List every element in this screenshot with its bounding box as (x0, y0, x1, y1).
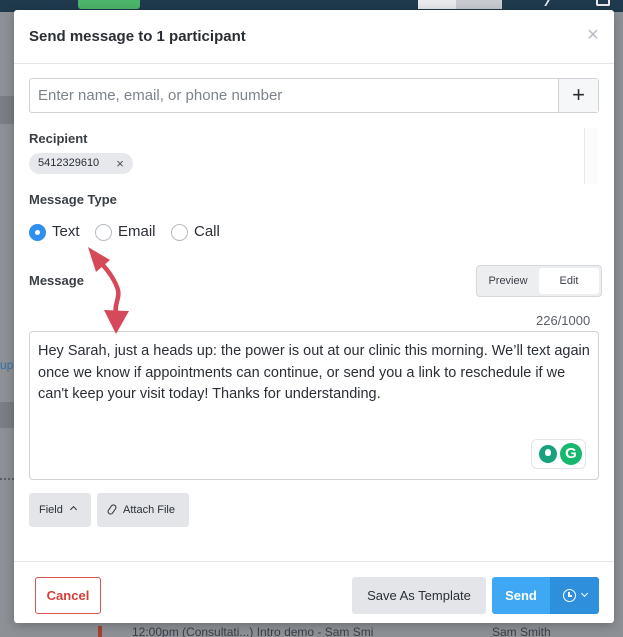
radio-email-circle[interactable] (95, 224, 112, 241)
close-icon[interactable]: × (113, 153, 127, 174)
app-background-link: up (0, 358, 14, 372)
app-background-divider (0, 478, 14, 480)
modal-header: Send message to 1 participant × (14, 10, 614, 64)
plus-icon[interactable]: + (558, 79, 598, 112)
radio-call-label: Call (194, 223, 220, 240)
chevron-down-icon (580, 589, 589, 598)
app-background-status-marker (98, 626, 102, 637)
message-textarea[interactable]: Hey Sarah, just a heads up: the power is… (29, 331, 599, 480)
close-icon[interactable]: × (582, 24, 604, 46)
participant-search: + (29, 78, 599, 113)
send-message-modal: Send message to 1 participant × + Recipi… (14, 10, 614, 623)
modal-title: Send message to 1 participant (29, 28, 246, 45)
radio-call-circle[interactable] (171, 224, 188, 241)
recipient-chip: 5412329610 × (29, 153, 133, 174)
app-topbar-toggle-left (418, 0, 456, 9)
radio-call[interactable]: Call (171, 222, 231, 242)
schedule-send-button[interactable] (550, 577, 599, 614)
message-type-label: Message Type (29, 192, 117, 207)
save-as-template-button[interactable]: Save As Template (352, 577, 486, 614)
character-count: 226/1000 (536, 313, 591, 328)
attach-file-button[interactable]: Attach File (97, 493, 189, 527)
app-background-header-band (0, 402, 14, 428)
app-background-provider: Sam Smith (492, 625, 551, 637)
send-button[interactable]: Send (492, 577, 550, 614)
participant-search-input[interactable] (30, 79, 558, 112)
grammarly-widget[interactable]: G (531, 439, 586, 469)
attach-file-label: Attach File (123, 504, 175, 516)
app-topbar-toggle-right (456, 0, 502, 9)
chevron-up-icon (69, 505, 78, 514)
message-label: Message (29, 273, 84, 288)
app-topbar-green-button (78, 0, 140, 9)
paperclip-icon (106, 503, 118, 516)
cancel-button[interactable]: Cancel (35, 577, 101, 614)
recipient-scrollbar[interactable] (584, 128, 598, 184)
app-background-appointment-row: 12:00pm (Consultati...) Intro demo - Sam… (132, 625, 374, 637)
radio-email[interactable]: Email (95, 222, 165, 242)
radio-text-label: Text (52, 223, 80, 240)
message-mode-toggle: Preview Edit (476, 265, 602, 297)
lightbulb-icon[interactable] (539, 445, 557, 463)
radio-text[interactable]: Text (29, 222, 89, 242)
app-background-right (614, 12, 623, 637)
tab-preview[interactable]: Preview (479, 268, 537, 294)
app-topbar-box-icon (596, 0, 610, 6)
app-background-header-band (0, 96, 14, 124)
radio-text-circle[interactable] (29, 224, 46, 241)
message-type-radio-group: Text Email Call (29, 222, 329, 242)
clock-icon (563, 589, 576, 602)
message-body[interactable]: Hey Sarah, just a heads up: the power is… (38, 341, 590, 406)
grammarly-icon[interactable]: G (560, 443, 582, 465)
tab-edit[interactable]: Edit (539, 268, 599, 294)
field-button[interactable]: Field (29, 493, 91, 527)
field-button-label: Field (39, 504, 63, 516)
radio-email-label: Email (118, 223, 156, 240)
recipient-label: Recipient (29, 131, 88, 146)
recipient-chip-value: 5412329610 (38, 157, 100, 169)
